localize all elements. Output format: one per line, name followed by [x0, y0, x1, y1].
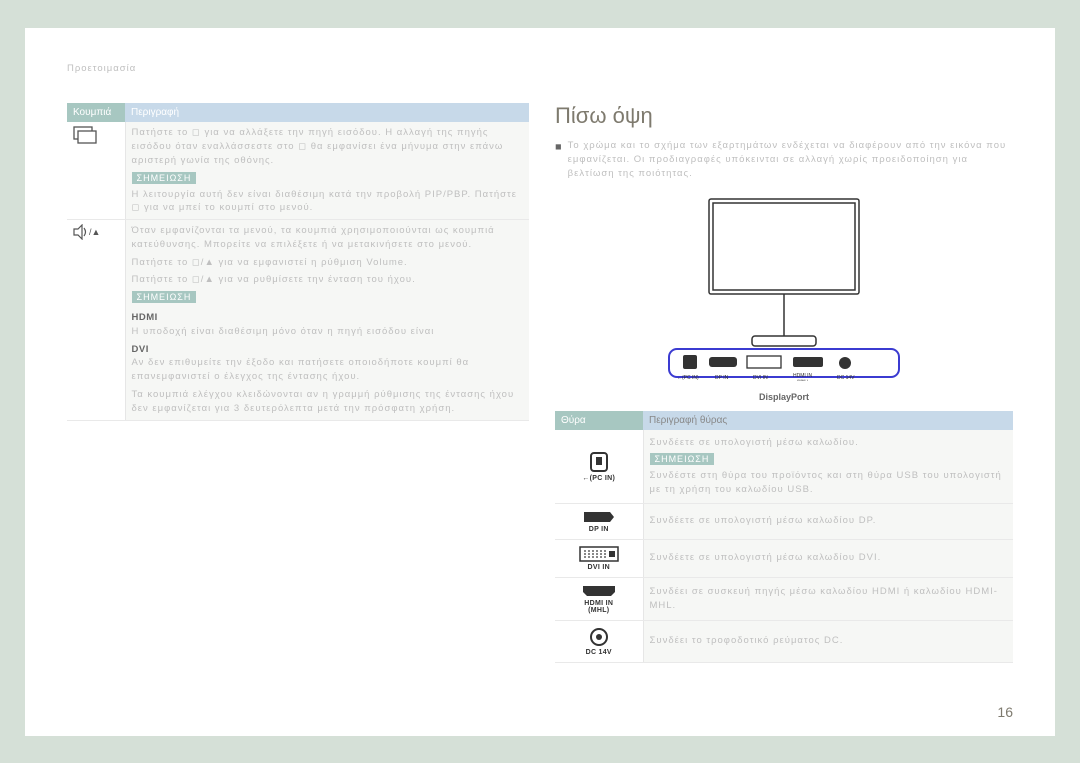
hdmiin-text: Συνδέει σε συσκευή πηγής μέσω καλωδίου H… [650, 585, 1008, 613]
pcin-text: Συνδέετε σε υπολογιστή μέσω καλωδίου. [650, 436, 1008, 450]
row2-line2: Πατήστε το ◻/▲ για να εμφανιστεί η ρύθμι… [132, 256, 524, 270]
rear-view-intro: ◼ Το χρώμα και το σχήμα των εξαρτημάτων … [555, 139, 1013, 180]
bullet-icon: ◼ [555, 141, 562, 180]
dvi-label: DVI [132, 344, 149, 355]
page-number: 16 [997, 704, 1013, 720]
port-label-hdmiin: HDMI IN(MHL) [584, 600, 613, 614]
controls-header-buttons: Κουμπιά [67, 103, 125, 122]
table-row: Πατήστε το ◻ για να αλλάξετε την πηγή ει… [67, 122, 529, 219]
dc-port-icon [589, 627, 609, 647]
hdmi-label: HDMI [132, 312, 158, 323]
row2-note1-tail: Η υποδοχή είναι διαθέσιμη μόνο όταν η πη… [132, 326, 435, 337]
table-row: DVI IN Συνδέετε σε υπολογιστή μέσω καλωδ… [555, 539, 1013, 577]
port-label-dpin: DP IN [589, 526, 609, 533]
rear-view-heading: Πίσω όψη [555, 103, 1013, 129]
note-tag: ΣΗΜΕΙΩΣΗ [132, 172, 197, 184]
right-column: Πίσω όψη ◼ Το χρώμα και το σχήμα των εξα… [555, 103, 1013, 663]
two-column-layout: Κουμπιά Περιγραφή Πατήστε το ◻ για να αλ… [67, 103, 1013, 663]
row2-line3: Πατήστε το ◻/▲ για να ρυθμίσετε την έντα… [132, 273, 524, 287]
dviin-text: Συνδέετε σε υπολογιστή μέσω καλωδίου DVI… [650, 551, 1008, 565]
port-header-port: Θύρα [555, 411, 643, 430]
note-tag: ΣΗΜΕΙΩΣΗ [650, 453, 715, 465]
dc-text: Συνδέει το τροφοδοτικό ρεύματος DC. [650, 634, 1008, 648]
row2-note2-tail: Αν δεν επιθυμείτε την έξοδο και πατήσετε… [132, 357, 470, 382]
usb-port-icon [587, 451, 611, 473]
left-column: Κουμπιά Περιγραφή Πατήστε το ◻ για να αλ… [67, 103, 529, 663]
source-icon [73, 126, 119, 146]
note-tag: ΣΗΜΕΙΩΣΗ [132, 291, 197, 303]
port-header-desc: Περιγραφή θύρας [643, 411, 1013, 430]
ports-table: Θύρα Περιγραφή θύρας ←(PC IN) Συ [555, 411, 1013, 663]
svg-text:(MHL): (MHL) [797, 378, 809, 381]
document-page: Προετοιμασία Κουμπιά Περιγραφή [25, 28, 1055, 736]
port-label-dviin: DVI IN [588, 564, 610, 571]
displayport-label: DisplayPort [759, 392, 809, 402]
port-label-dc14v: DC 14V [586, 649, 612, 656]
table-row: HDMI IN(MHL) Συνδέει σε συσκευή πηγής μέ… [555, 577, 1013, 620]
table-row: DC 14V Συνδέει το τροφοδοτικό ρεύματος D… [555, 620, 1013, 662]
svg-text:DC 14V: DC 14V [837, 375, 855, 381]
row2-note3: Τα κουμπιά ελέγχου κλειδώνονται αν η γρα… [132, 388, 524, 416]
dpin-text: Συνδέετε σε υπολογιστή μέσω καλωδίου DP. [650, 514, 1008, 528]
pcin-note: Συνδέστε στη θύρα του προϊόντος και στη … [650, 469, 1008, 497]
table-row: /▲ Όταν εμφανίζονται τα μενού, τα κουμπι… [67, 220, 529, 420]
row2-line1: Όταν εμφανίζονται τα μενού, τα κουμπιά χ… [132, 224, 524, 252]
dvi-port-icon [579, 546, 619, 562]
table-row: DP IN Συνδέετε σε υπολογιστή μέσω καλωδί… [555, 503, 1013, 539]
monitor-rear-diagram: ←(PC IN) DP IN DVI IN HDMI IN (MHL) DC 1… [649, 191, 919, 381]
svg-text:DP IN: DP IN [715, 375, 729, 381]
volume-up-icon: /▲ [73, 224, 119, 240]
table-row: ←(PC IN) Συνδέετε σε υπολογιστή μέσω καλ… [555, 430, 1013, 504]
dp-port-icon [582, 510, 616, 524]
svg-text:DVI IN: DVI IN [753, 375, 768, 381]
row1-note: Η λειτουργία αυτή δεν είναι διαθέσιμη κα… [132, 188, 524, 216]
row1-text: Πατήστε το ◻ για να αλλάξετε την πηγή ει… [132, 126, 524, 167]
port-label-pcin: ←(PC IN) [582, 475, 615, 482]
hdmi-port-icon [581, 584, 617, 598]
controls-header-desc: Περιγραφή [125, 103, 529, 122]
svg-text:/▲: /▲ [89, 227, 100, 237]
svg-text:←(PC IN): ←(PC IN) [677, 375, 699, 381]
breadcrumb: Προετοιμασία [67, 62, 1013, 76]
controls-table: Κουμπιά Περιγραφή Πατήστε το ◻ για να αλ… [67, 103, 529, 420]
